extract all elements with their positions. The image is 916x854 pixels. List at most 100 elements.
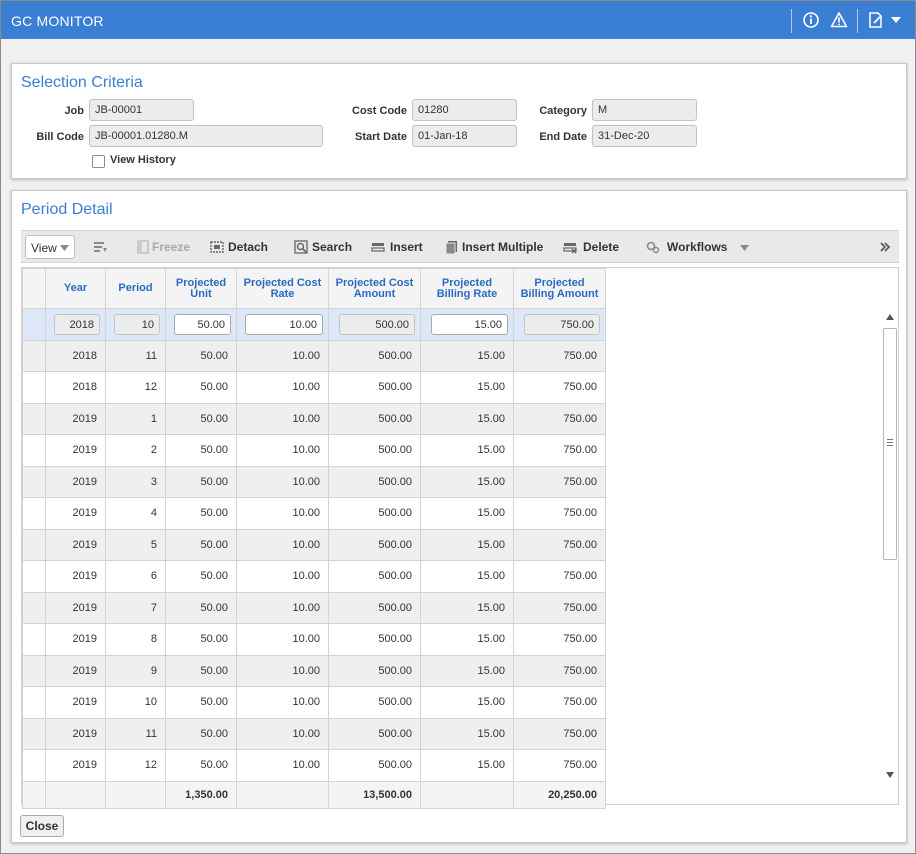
chevron-down-icon[interactable] <box>740 245 749 251</box>
cell-projected-cost-rate[interactable]: 10.00 <box>236 560 329 593</box>
cell-projected-cost-amount[interactable]: 500.00 <box>328 654 421 687</box>
table-row[interactable]: 2018 12 50.00 10.00 500.00 15.00 750.00 <box>22 371 606 404</box>
cell-projected-billing-amount[interactable]: 750.00 <box>513 528 606 561</box>
row-selector[interactable] <box>22 560 46 593</box>
cell-period[interactable]: 4 <box>105 497 166 530</box>
cell-projected-billing-amount[interactable]: 750.00 <box>513 686 606 719</box>
cell-projected-billing-amount[interactable]: 750.00 <box>513 560 606 593</box>
row-selector[interactable] <box>22 623 46 656</box>
end-date-field[interactable]: 31-Dec-20 <box>592 125 697 147</box>
cell-projected-cost-amount[interactable]: 500.00 <box>328 686 421 719</box>
cell-projected-cost-amount[interactable]: 500.00 <box>328 560 421 593</box>
row-selector[interactable] <box>22 371 46 404</box>
start-date-field[interactable]: 01-Jan-18 <box>412 125 517 147</box>
delete-button[interactable]: Delete <box>583 240 619 254</box>
table-row[interactable]: 2019 4 50.00 10.00 500.00 15.00 750.00 <box>22 497 606 530</box>
cell-projected-cost-rate[interactable]: 10.00 <box>236 686 329 719</box>
table-row[interactable]: 2019 9 50.00 10.00 500.00 15.00 750.00 <box>22 654 606 687</box>
table-row[interactable]: 2019 2 50.00 10.00 500.00 15.00 750.00 <box>22 434 606 467</box>
cell-projected-unit[interactable]: 50.00 <box>165 434 237 467</box>
cell-projected-unit[interactable]: 50.00 <box>165 686 237 719</box>
cell-projected-cost-amount[interactable]: 500.00 <box>328 591 421 624</box>
cell-projected-cost-amount[interactable]: 500.00 <box>328 749 421 782</box>
cell-projected-unit[interactable]: 50.00 <box>165 591 237 624</box>
cell-year[interactable]: 2019 <box>45 591 106 624</box>
cell-projected-billing-rate-input[interactable]: 15.00 <box>431 313 508 335</box>
expand-icon[interactable] <box>879 241 891 253</box>
cell-projected-cost-amount[interactable]: 500.00 <box>328 717 421 750</box>
cell-year[interactable]: 2019 <box>45 528 106 561</box>
scroll-down-icon[interactable] <box>886 772 894 778</box>
row-selector[interactable] <box>22 717 46 750</box>
column-header-projected-unit[interactable]: Projected Unit <box>165 268 237 309</box>
row-selector[interactable] <box>22 497 46 530</box>
cell-projected-cost-amount[interactable]: 500.00 <box>328 623 421 656</box>
cell-projected-cost-rate[interactable]: 10.00 <box>236 402 329 435</box>
cell-projected-unit[interactable]: 50.00 <box>165 402 237 435</box>
cell-projected-billing-amount[interactable]: 750.00 <box>513 749 606 782</box>
cell-projected-billing-rate[interactable]: 15.00 <box>420 465 514 498</box>
cell-projected-cost-rate[interactable]: 10.00 <box>236 654 329 687</box>
cell-projected-cost-amount[interactable]: 500.00 <box>328 434 421 467</box>
table-row[interactable]: 2019 7 50.00 10.00 500.00 15.00 750.00 <box>22 591 606 624</box>
table-row[interactable]: 2019 10 50.00 10.00 500.00 15.00 750.00 <box>22 686 606 719</box>
cell-year[interactable]: 2019 <box>45 434 106 467</box>
warning-icon[interactable] <box>830 11 848 29</box>
row-selector[interactable] <box>22 339 46 372</box>
cell-projected-billing-amount[interactable]: 750.00 <box>513 371 606 404</box>
info-icon[interactable] <box>802 11 820 29</box>
cell-projected-cost-rate[interactable]: 10.00 <box>236 591 329 624</box>
row-selector[interactable] <box>22 749 46 782</box>
scroll-up-icon[interactable] <box>886 314 894 320</box>
cell-projected-cost-amount[interactable]: 500.00 <box>328 371 421 404</box>
cell-year[interactable]: 2018 <box>45 308 106 341</box>
cell-projected-billing-amount[interactable]: 750.00 <box>513 339 606 372</box>
row-selector[interactable] <box>22 686 46 719</box>
row-selector[interactable] <box>22 434 46 467</box>
cell-projected-unit[interactable]: 50.00 <box>165 560 237 593</box>
cell-projected-billing-amount[interactable]: 750.00 <box>513 717 606 750</box>
view-dropdown[interactable]: View <box>25 235 75 259</box>
cell-projected-unit[interactable]: 50.00 <box>165 308 237 341</box>
cell-projected-billing-rate[interactable]: 15.00 <box>420 371 514 404</box>
cell-year[interactable]: 2018 <box>45 339 106 372</box>
row-selector[interactable] <box>22 465 46 498</box>
cell-period[interactable]: 11 <box>105 717 166 750</box>
cell-projected-cost-rate[interactable]: 10.00 <box>236 371 329 404</box>
cell-period[interactable]: 8 <box>105 623 166 656</box>
cell-period[interactable]: 9 <box>105 654 166 687</box>
cell-projected-cost-rate[interactable]: 10.00 <box>236 339 329 372</box>
table-row[interactable]: 2019 12 50.00 10.00 500.00 15.00 750.00 <box>22 749 606 782</box>
column-header-projected-cost-amount[interactable]: Projected Cost Amount <box>328 268 421 309</box>
search-button[interactable]: Search <box>312 240 352 254</box>
cell-projected-billing-amount[interactable]: 750.00 <box>513 654 606 687</box>
cell-projected-unit[interactable]: 50.00 <box>165 749 237 782</box>
cell-projected-cost-rate[interactable]: 10.00 <box>236 717 329 750</box>
cell-projected-cost-amount[interactable]: 500.00 <box>328 465 421 498</box>
cell-period[interactable]: 1 <box>105 402 166 435</box>
scrollbar-thumb[interactable] <box>883 328 897 560</box>
table-row[interactable]: 2018 10 50.00 10.00 500.00 15.00 750.00 <box>22 308 606 341</box>
cell-period[interactable]: 10 <box>105 686 166 719</box>
cell-projected-cost-amount[interactable]: 500.00 <box>328 402 421 435</box>
table-row[interactable]: 2018 11 50.00 10.00 500.00 15.00 750.00 <box>22 339 606 372</box>
edit-note-icon[interactable] <box>867 11 885 29</box>
cell-period[interactable]: 3 <box>105 465 166 498</box>
cell-projected-cost-rate[interactable]: 10.00 <box>236 749 329 782</box>
cell-projected-billing-amount[interactable]: 750.00 <box>513 623 606 656</box>
cell-projected-cost-rate[interactable]: 10.00 <box>236 465 329 498</box>
cell-projected-billing-amount[interactable]: 750.00 <box>513 308 606 341</box>
cell-projected-billing-rate[interactable]: 15.00 <box>420 749 514 782</box>
row-selector[interactable] <box>22 308 46 341</box>
cell-projected-unit[interactable]: 50.00 <box>165 654 237 687</box>
cell-year[interactable]: 2019 <box>45 717 106 750</box>
cell-projected-unit[interactable]: 50.00 <box>165 623 237 656</box>
cell-period[interactable]: 7 <box>105 591 166 624</box>
cell-projected-billing-amount[interactable]: 750.00 <box>513 591 606 624</box>
table-row[interactable]: 2019 1 50.00 10.00 500.00 15.00 750.00 <box>22 402 606 435</box>
cell-projected-billing-rate[interactable]: 15.00 <box>420 686 514 719</box>
cell-year[interactable]: 2019 <box>45 465 106 498</box>
cell-projected-cost-rate[interactable]: 10.00 <box>236 497 329 530</box>
cell-projected-billing-amount[interactable]: 750.00 <box>513 402 606 435</box>
workflows-button[interactable]: Workflows <box>667 240 727 254</box>
